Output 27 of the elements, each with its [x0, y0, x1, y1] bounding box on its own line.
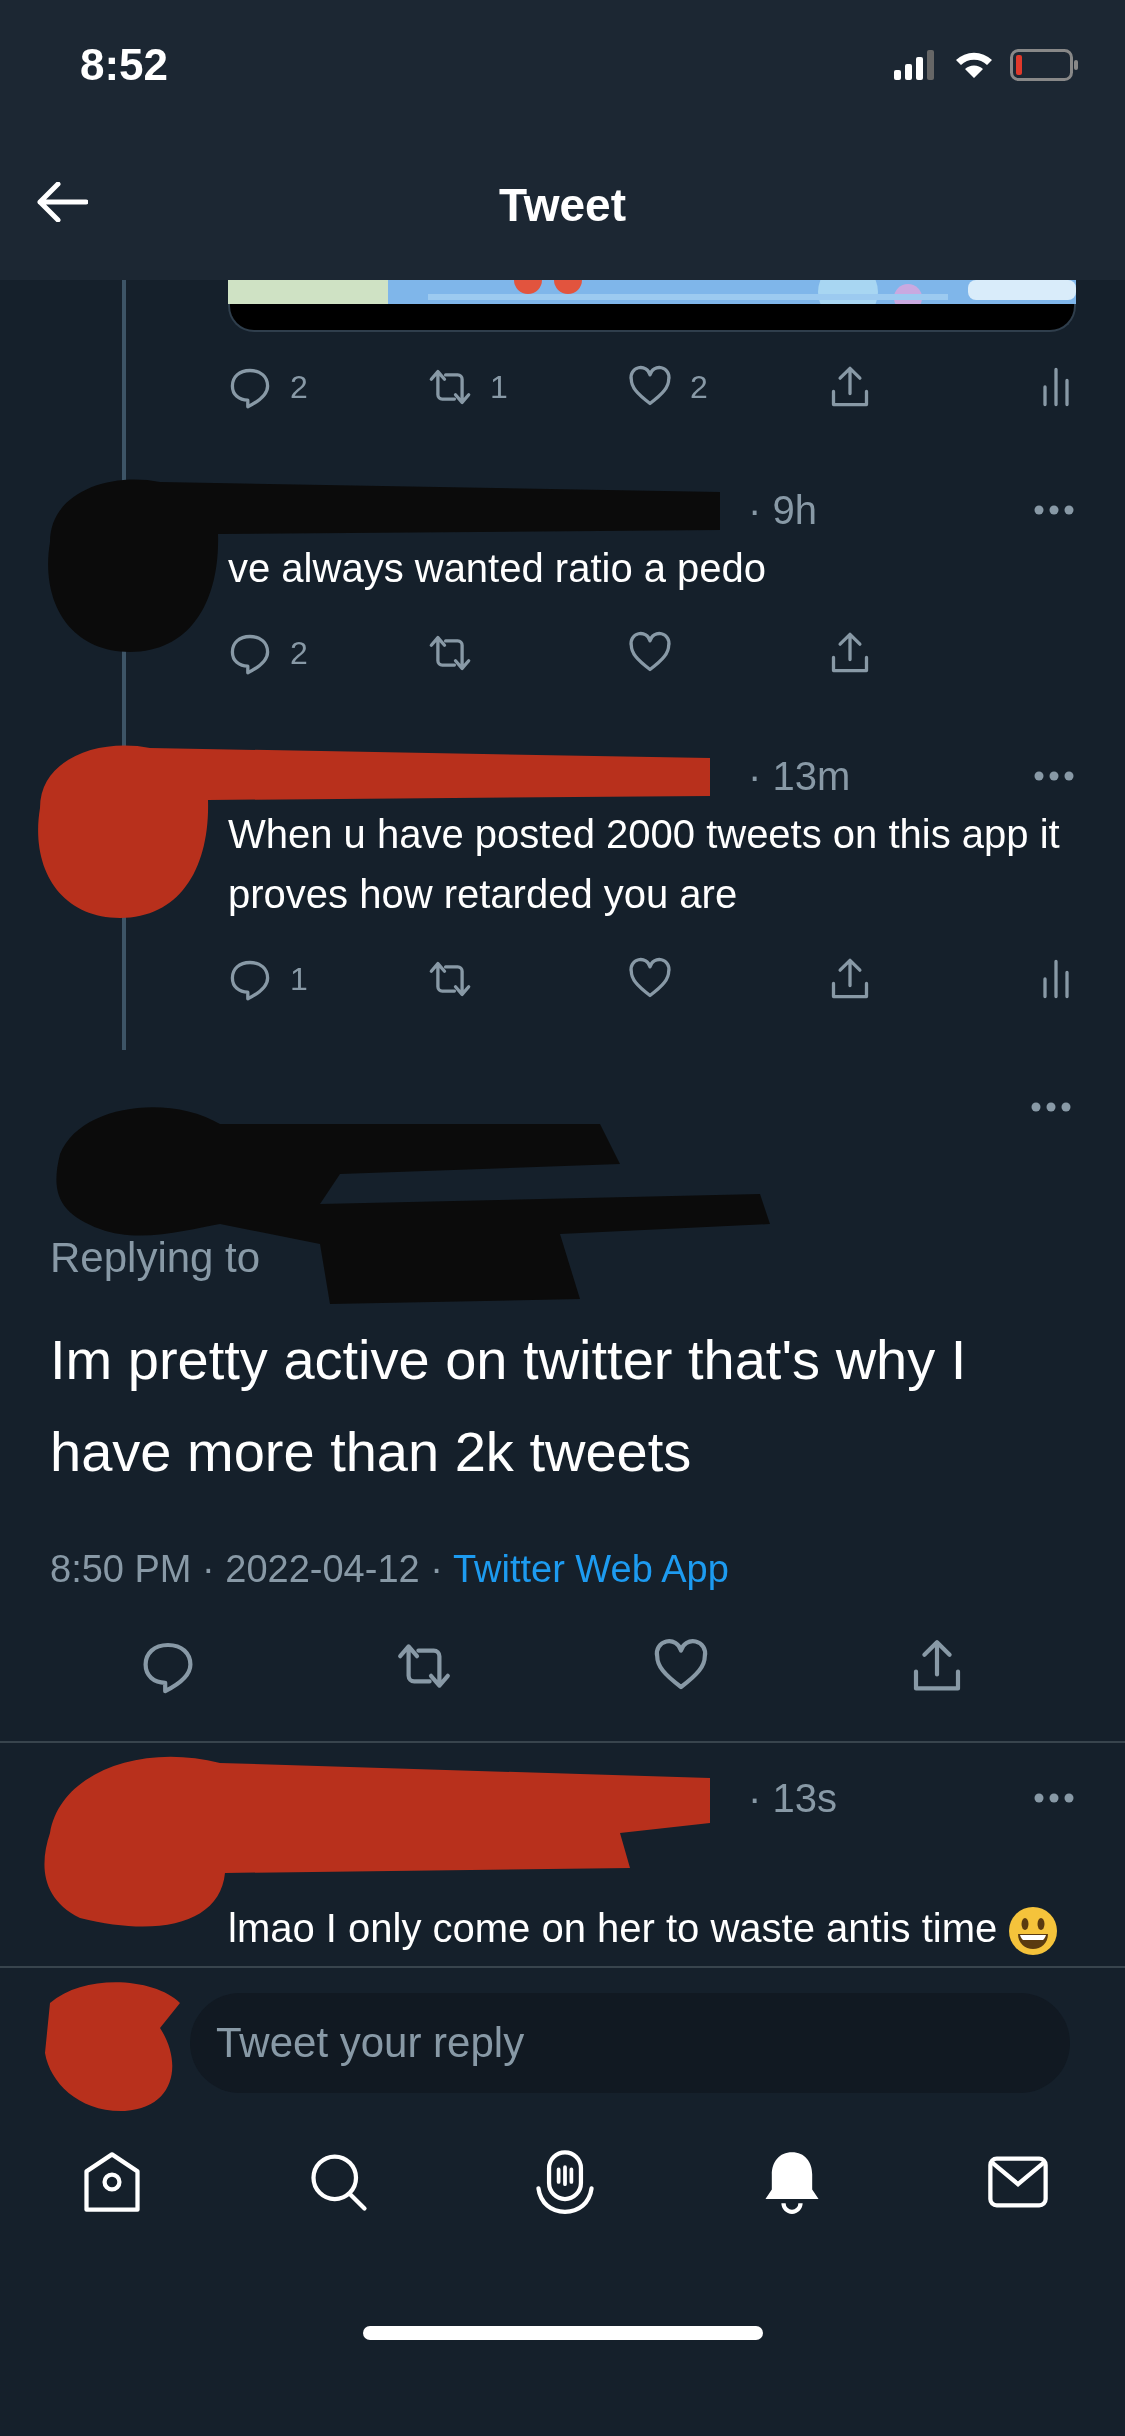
replying-to-label: Replying to [50, 1234, 262, 1283]
wifi-icon [954, 50, 994, 80]
smiley-icon [1007, 1905, 1060, 1958]
back-arrow-icon[interactable] [36, 182, 88, 222]
reply-time: · 9h [748, 487, 817, 533]
reply-time: · 13s [748, 1775, 837, 1821]
status-time: 8:52 [80, 40, 169, 90]
more-icon[interactable] [1031, 1102, 1071, 1112]
source-link[interactable]: Twitter Web App [452, 1548, 729, 1591]
spaces-icon[interactable] [533, 2148, 597, 2216]
more-icon[interactable] [1034, 1793, 1074, 1803]
tweet-timestamp: 8:50 PM · 2022-04-12 · [50, 1548, 443, 1591]
retweet-count: 1 [490, 368, 508, 406]
reply-time: · 13m [748, 753, 851, 799]
header-title: Tweet [499, 178, 626, 232]
like-count: 2 [690, 368, 708, 406]
more-icon[interactable] [1034, 505, 1074, 515]
reply-text: When u have posted 2000 tweets on this app it proves how retarded you are [228, 811, 1061, 918]
reply-count: 2 [290, 368, 308, 406]
reply-text: ve always wanted ratio a pedo [228, 545, 768, 592]
reply-count: 2 [290, 634, 308, 672]
reply-field[interactable]: Tweet your reply [190, 1993, 1070, 2093]
more-icon[interactable] [1034, 771, 1074, 781]
tweet-text: Im pretty active on twitter that's why I have more than 2k tweets [50, 1327, 968, 1485]
reply-text: lmao I only come on her to waste antis time [228, 1906, 998, 1950]
reply-count: 1 [290, 960, 308, 998]
battery-icon [1010, 49, 1080, 81]
